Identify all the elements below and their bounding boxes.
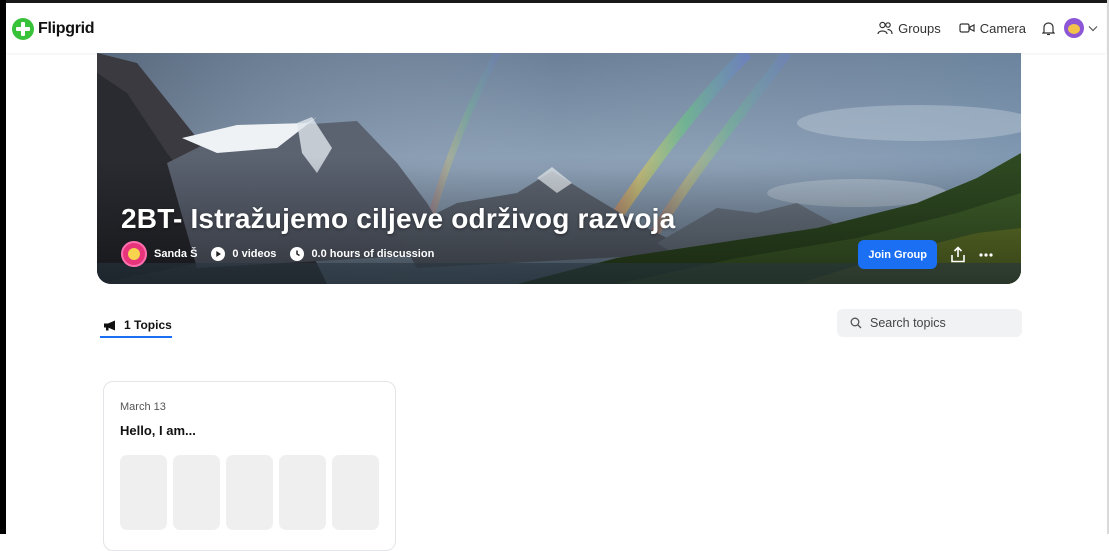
- video-thumbnail-placeholder: [279, 455, 326, 530]
- group-banner: 2BT- Istražujemo ciljeve održivog razvoj…: [97, 53, 1021, 284]
- search-topics[interactable]: [837, 309, 1022, 337]
- flipgrid-logo[interactable]: Flipgrid: [12, 18, 95, 40]
- discussion-hours: 0.0 hours of discussion: [290, 247, 434, 261]
- topic-title: Hello, I am...: [120, 423, 196, 438]
- video-thumbnail-placeholder: [120, 455, 167, 530]
- join-group-button[interactable]: Join Group: [858, 240, 937, 269]
- owner-name: Sanda Š: [154, 248, 198, 260]
- share-icon: [951, 246, 965, 263]
- camera-link[interactable]: Camera: [959, 21, 1026, 36]
- groups-icon: [877, 21, 893, 35]
- search-input[interactable]: [868, 315, 1022, 331]
- chevron-down-icon[interactable]: [1088, 25, 1098, 32]
- tab-topics[interactable]: 1 Topics: [100, 314, 172, 338]
- video-thumbnail-placeholder: [226, 455, 273, 530]
- logo-text: Flipgrid: [38, 20, 95, 37]
- video-count-label: 0 videos: [232, 248, 277, 260]
- groups-link[interactable]: Groups: [877, 21, 941, 36]
- group-title: 2BT- Istražujemo ciljeve održivog razvoj…: [121, 203, 676, 234]
- flipgrid-logo-icon: [12, 18, 34, 40]
- owner-avatar: [121, 241, 147, 267]
- more-options-button[interactable]: [979, 252, 993, 257]
- share-button[interactable]: [951, 246, 965, 263]
- discussion-hours-label: 0.0 hours of discussion: [311, 248, 435, 260]
- banner-actions: Join Group: [858, 240, 993, 269]
- group-meta: Sanda Š 0 videos 0.0 hours of discussion: [121, 241, 448, 267]
- bell-icon[interactable]: [1042, 21, 1055, 36]
- video-thumbnail-placeholder: [173, 455, 220, 530]
- clock-icon: [290, 247, 305, 261]
- more-icon: [979, 252, 993, 257]
- top-navigation-bar: Flipgrid Groups Camera: [6, 3, 1106, 53]
- nav-actions: Groups Camera: [859, 17, 1098, 39]
- search-icon: [850, 317, 862, 329]
- tab-topics-label: 1 Topics: [124, 318, 172, 332]
- video-count: 0 videos: [211, 247, 276, 261]
- play-icon: [211, 247, 226, 261]
- topic-video-thumbnails: [120, 455, 385, 530]
- window-frame-left: [0, 0, 6, 534]
- camera-label: Camera: [979, 20, 1026, 36]
- topic-date: March 13: [120, 401, 166, 413]
- video-thumbnail-placeholder: [332, 455, 379, 530]
- groups-label: Groups: [898, 20, 941, 36]
- user-avatar[interactable]: [1064, 18, 1084, 38]
- topic-card[interactable]: March 13 Hello, I am...: [103, 381, 396, 551]
- camera-icon: [959, 23, 975, 33]
- group-owner[interactable]: Sanda Š: [121, 241, 197, 267]
- megaphone-icon: [104, 320, 115, 330]
